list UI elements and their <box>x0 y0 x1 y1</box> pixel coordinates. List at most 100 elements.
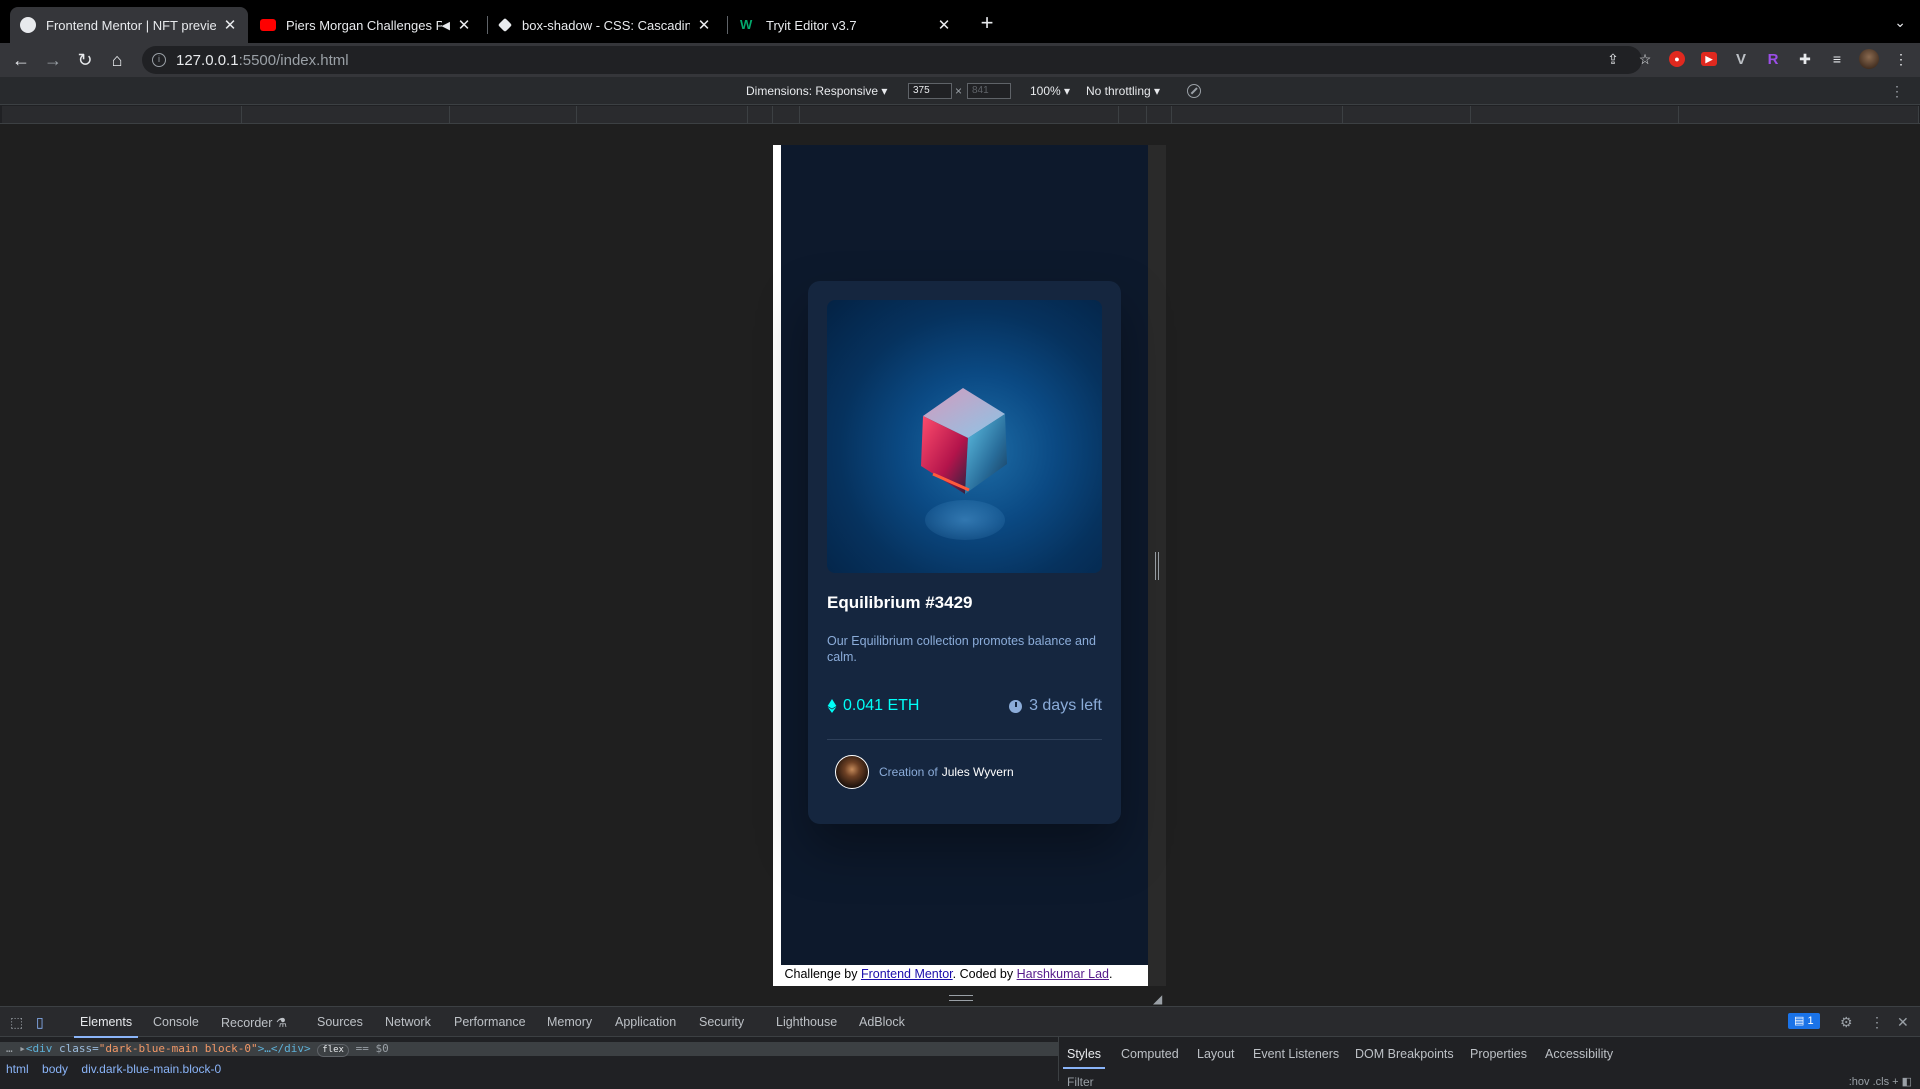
media-query-segment[interactable] <box>800 106 1119 123</box>
tab-tryit-editor[interactable]: W Tryit Editor v3.7 ✕ <box>730 7 962 43</box>
tab-security[interactable]: Security <box>699 1015 744 1029</box>
device-toolbar: Dimensions: Responsive ▾ 375 × 841 100% … <box>0 77 1920 105</box>
extension-video-icon[interactable]: ▶ <box>1698 48 1720 70</box>
device-toolbar-icon[interactable]: ▯ <box>36 1014 44 1031</box>
tab-properties[interactable]: Properties <box>1470 1047 1527 1061</box>
close-icon[interactable]: ✕ <box>936 16 952 34</box>
styles-filter-input[interactable]: Filter <box>1067 1075 1094 1089</box>
more-options-icon[interactable]: ⋮ <box>1890 83 1904 100</box>
throttling-dropdown[interactable]: No throttling ▾ <box>1086 84 1160 98</box>
inspect-element-icon[interactable]: ⬚ <box>10 1014 23 1031</box>
tab-adblock[interactable]: AdBlock <box>859 1015 905 1029</box>
dimensions-dropdown[interactable]: Dimensions: Responsive ▾ <box>746 84 887 98</box>
tab-sources[interactable]: Sources <box>317 1015 363 1029</box>
tab-title: box-shadow - CSS: Cascading <box>522 17 690 33</box>
rotate-icon[interactable] <box>1187 84 1201 98</box>
tab-memory[interactable]: Memory <box>547 1015 592 1029</box>
kebab-menu-icon[interactable]: ⋮ <box>1890 48 1912 70</box>
tab-box-shadow[interactable]: box-shadow - CSS: Cascading ✕ <box>490 7 722 43</box>
tab-accessibility[interactable]: Accessibility <box>1545 1047 1613 1061</box>
media-query-segment[interactable] <box>1119 106 1147 123</box>
share-icon[interactable]: ⇪ <box>1602 48 1624 70</box>
media-query-segment[interactable] <box>1172 106 1343 123</box>
media-query-segment[interactable] <box>748 106 773 123</box>
tab-lighthouse[interactable]: Lighthouse <box>776 1015 837 1029</box>
dom-attr-value: "dark-blue-main block-0" <box>98 1042 258 1055</box>
breadcrumb-body[interactable]: body <box>42 1062 68 1076</box>
tab-performance[interactable]: Performance <box>454 1015 526 1029</box>
dom-attr-name: class= <box>52 1042 99 1055</box>
address-bar[interactable]: i 127.0.0.1:5500/index.html <box>142 46 1642 74</box>
height-input[interactable]: 841 <box>967 83 1011 99</box>
tab-styles[interactable]: Styles <box>1062 1047 1106 1069</box>
price-row: 0.041 ETH <box>827 697 919 715</box>
clock-icon <box>1009 699 1023 713</box>
selected-dom-node[interactable]: … ▸<div class="dark-blue-main block-0">…… <box>0 1042 1058 1057</box>
close-icon[interactable]: ✕ <box>222 16 238 34</box>
width-input[interactable]: 375 <box>908 83 952 99</box>
equilibrium-cube-icon <box>921 388 1007 494</box>
issues-badge[interactable]: ▤ 1 <box>1788 1013 1820 1029</box>
media-query-segment[interactable] <box>1343 106 1471 123</box>
bottom-resize-handle[interactable] <box>949 995 973 1001</box>
extension-v-icon[interactable]: V <box>1730 48 1752 70</box>
media-query-segment[interactable] <box>2 106 242 123</box>
tab-event-listeners[interactable]: Event Listeners <box>1253 1047 1339 1061</box>
puzzle-icon[interactable]: ✚ <box>1794 48 1816 70</box>
breadcrumb-div[interactable]: div.dark-blue-main.block-0 <box>81 1062 221 1076</box>
close-icon[interactable]: ✕ <box>456 16 472 34</box>
reload-icon[interactable]: ↻ <box>74 49 96 71</box>
back-arrow-icon[interactable]: ← <box>10 49 32 71</box>
media-query-segment[interactable] <box>1471 106 1679 123</box>
dom-tag-open: <div <box>25 1042 53 1055</box>
media-query-segment[interactable] <box>773 106 800 123</box>
new-tab-icon[interactable]: + <box>976 12 998 34</box>
speaker-icon[interactable]: ◀︎ <box>442 19 450 32</box>
gear-icon[interactable]: ⚙ <box>1840 1014 1853 1031</box>
tab-application[interactable]: Application <box>615 1015 676 1029</box>
nft-image[interactable] <box>827 300 1102 573</box>
star-icon[interactable]: ☆ <box>1634 48 1656 70</box>
home-icon[interactable]: ⌂ <box>106 49 128 71</box>
profile-avatar[interactable] <box>1858 48 1880 70</box>
tab-dom-breakpoints[interactable]: DOM Breakpoints <box>1355 1047 1454 1061</box>
media-query-segment[interactable] <box>242 106 450 123</box>
tab-computed[interactable]: Computed <box>1121 1047 1179 1061</box>
cube-reflection <box>925 500 1005 540</box>
zoom-dropdown[interactable]: 100% ▾ <box>1030 84 1070 98</box>
nft-title[interactable]: Equilibrium #3429 <box>827 593 973 613</box>
forward-arrow-icon[interactable]: → <box>42 49 64 71</box>
media-query-segment[interactable] <box>1679 106 1919 123</box>
frontend-mentor-link[interactable]: Frontend Mentor <box>861 967 953 981</box>
tab-network[interactable]: Network <box>385 1015 431 1029</box>
tab-elements[interactable]: Elements <box>73 1015 139 1038</box>
breadcrumb-html[interactable]: html <box>6 1062 29 1076</box>
extension-r-icon[interactable]: R <box>1762 48 1784 70</box>
kebab-menu-icon[interactable]: ⋮ <box>1870 1014 1884 1031</box>
info-icon[interactable]: i <box>152 53 166 67</box>
styles-filter-actions[interactable]: :hov .cls + ◧ <box>1849 1075 1912 1088</box>
issues-count: 1 <box>1807 1015 1814 1027</box>
flex-badge[interactable]: flex <box>317 1044 349 1057</box>
extension-red-icon[interactable]: ● <box>1666 48 1688 70</box>
time-left-row: 3 days left <box>1009 697 1102 715</box>
creator-name-link[interactable]: Jules Wyvern <box>942 765 1014 779</box>
media-queue-icon[interactable]: ≡ <box>1826 48 1848 70</box>
chevron-down-icon[interactable]: ⌄ <box>1894 14 1906 31</box>
media-query-segment[interactable] <box>450 106 577 123</box>
close-icon[interactable]: ✕ <box>1897 1014 1909 1031</box>
media-query-bar[interactable] <box>0 106 1920 124</box>
corner-resize-icon[interactable]: ◢ <box>1153 992 1162 1006</box>
author-link[interactable]: Harshkumar Lad <box>1017 967 1109 981</box>
tab-recorder[interactable]: Recorder ⚗ <box>221 1015 287 1030</box>
tab-layout[interactable]: Layout <box>1197 1047 1235 1061</box>
media-query-segment[interactable] <box>1147 106 1172 123</box>
media-query-segment[interactable] <box>577 106 748 123</box>
tab-piers-morgan[interactable]: Piers Morgan Challenges P ◀︎ ✕ <box>250 7 482 43</box>
close-icon[interactable]: ✕ <box>696 16 712 34</box>
tab-console[interactable]: Console <box>153 1015 199 1029</box>
tab-frontend-mentor[interactable]: Frontend Mentor | NFT preview ✕ <box>10 7 248 43</box>
creator-row: Creation of Jules Wyvern <box>835 755 1014 789</box>
right-resize-handle[interactable] <box>1155 552 1159 580</box>
dom-expander[interactable]: … ▸ <box>6 1042 26 1055</box>
